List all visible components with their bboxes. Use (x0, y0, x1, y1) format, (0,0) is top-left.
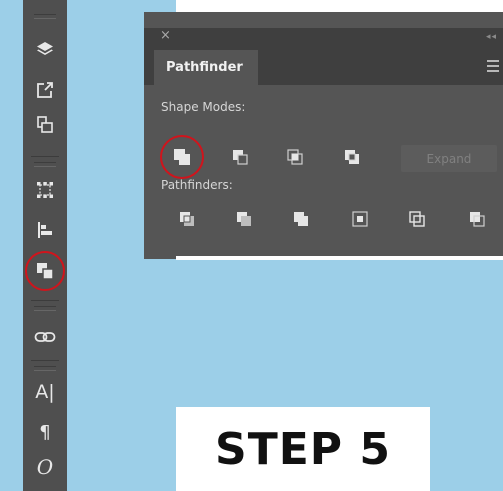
panel-title-bar[interactable]: × ◂◂ (144, 28, 503, 50)
transform-icon[interactable] (33, 178, 57, 202)
toolbar-grip[interactable] (34, 162, 56, 167)
trim-icon[interactable] (233, 208, 255, 230)
pathfinder-highlight-circle (25, 251, 65, 291)
character-icon[interactable]: A| (33, 380, 57, 404)
exclude-icon[interactable] (341, 146, 363, 168)
export-icon[interactable] (33, 78, 57, 102)
step-label: STEP 5 (215, 423, 391, 475)
close-icon[interactable]: × (160, 29, 171, 43)
step-banner: STEP 5 (176, 407, 430, 491)
opentype-icon[interactable]: O (33, 455, 57, 479)
tab-pathfinder[interactable]: Pathfinder (154, 50, 258, 85)
panel-tab-bar: Pathfinder (144, 50, 503, 85)
links-icon[interactable] (33, 325, 57, 349)
shape-modes-label: Shape Modes: (161, 100, 246, 114)
character-glyph: A| (35, 381, 55, 403)
expand-button[interactable]: Expand (401, 145, 497, 172)
toolbar-grip[interactable] (34, 306, 56, 311)
outline-icon[interactable] (406, 208, 428, 230)
document-canvas-edge (176, 256, 503, 260)
crop-icon[interactable] (349, 208, 371, 230)
pathfinders-label: Pathfinders: (161, 178, 233, 192)
minus-front-icon[interactable] (229, 146, 251, 168)
panel-menu-icon[interactable] (487, 60, 499, 75)
pathfinder-panel: × ◂◂ Pathfinder Shape Modes: Expand Path… (144, 12, 503, 259)
merge-icon[interactable] (290, 208, 312, 230)
intersect-icon[interactable] (284, 146, 306, 168)
paragraph-icon[interactable]: ¶ (33, 420, 57, 444)
toolbar-separator (31, 156, 59, 157)
toolbar-separator (31, 300, 59, 301)
artboards-icon[interactable] (33, 113, 57, 137)
divide-icon[interactable] (176, 208, 198, 230)
toolbar-grip[interactable] (34, 366, 56, 371)
layers-icon[interactable] (33, 38, 57, 62)
minus-back-icon[interactable] (466, 208, 488, 230)
paragraph-glyph: ¶ (39, 421, 51, 443)
unite-highlight-circle (160, 135, 204, 179)
toolbar-grip[interactable] (34, 14, 56, 19)
opentype-glyph: O (36, 455, 54, 479)
toolbar-separator (31, 360, 59, 361)
align-icon[interactable] (33, 218, 57, 242)
collapse-icon[interactable]: ◂◂ (486, 32, 497, 42)
tools-panel: A| ¶ O (23, 0, 67, 491)
